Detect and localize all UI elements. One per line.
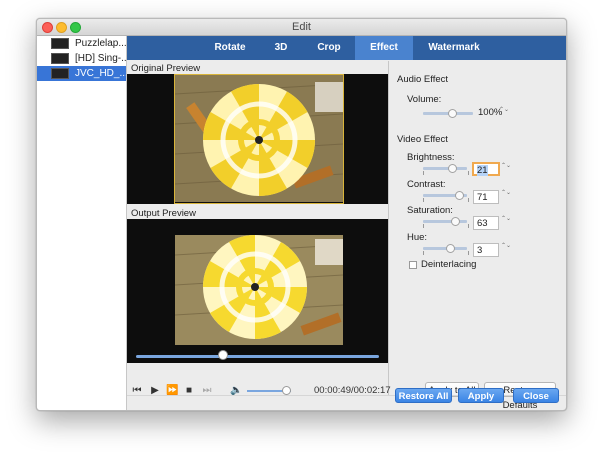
tab-rotate[interactable]: Rotate — [205, 36, 255, 60]
edit-tab-bar: Rotate 3D Crop Effect Watermark — [127, 36, 566, 60]
seek-bar[interactable] — [136, 355, 379, 358]
audio-volume-stepper-icon[interactable]: ⌃⌄ — [499, 107, 509, 120]
saturation-slider[interactable] — [423, 220, 467, 223]
contrast-knob[interactable] — [455, 191, 464, 200]
brightness-knob[interactable] — [448, 164, 457, 173]
contrast-stepper-icon[interactable]: ⌃⌄ — [501, 190, 511, 203]
tab-crop[interactable]: Crop — [307, 36, 351, 60]
file-item-jvc[interactable]: JVC_HD_... — [37, 66, 126, 81]
tab-effect[interactable]: Effect — [355, 36, 413, 60]
tab-watermark[interactable]: Watermark — [419, 36, 489, 60]
crop-frame[interactable] — [174, 74, 344, 204]
hue-label: Hue: — [407, 232, 428, 243]
brightness-slider[interactable] — [423, 167, 467, 170]
volume-label: Volume: — [407, 94, 442, 105]
deinterlacing-checkbox[interactable] — [409, 261, 417, 269]
contrast-value: 71 — [477, 192, 488, 203]
hue-value: 3 — [477, 245, 483, 256]
video-thumbnail-icon — [51, 53, 69, 64]
volume-slider-knob[interactable] — [281, 386, 291, 395]
file-item-sing[interactable]: [HD] Sing-... — [37, 51, 126, 66]
video-thumbnail-icon — [51, 68, 69, 79]
saturation-knob[interactable] — [451, 217, 460, 226]
saturation-field[interactable]: 63 — [473, 216, 499, 230]
original-preview-screen — [127, 74, 388, 204]
output-preview-image — [175, 235, 343, 345]
brightness-value: 21 — [477, 165, 488, 176]
video-thumbnail-icon — [51, 38, 69, 49]
saturation-label: Saturation: — [407, 205, 453, 216]
saturation-stepper-icon[interactable]: ⌃⌄ — [501, 216, 511, 229]
file-list: Puzzlelap... [HD] Sing-... JVC_HD_... — [37, 36, 127, 410]
file-item-puzzle[interactable]: Puzzlelap... — [37, 36, 126, 51]
output-preview-screen — [127, 219, 388, 363]
contrast-field[interactable]: 71 — [473, 190, 499, 204]
file-name: [HD] Sing-... — [75, 53, 126, 64]
restore-all-button[interactable]: Restore All — [395, 388, 452, 403]
brightness-ticks — [423, 171, 469, 175]
video-effect-heading: Video Effect — [397, 134, 448, 145]
brightness-field[interactable]: 21 — [472, 162, 500, 176]
preview-panel: Original Preview Output Preview ⏮ ▶ ⏩ ■ … — [127, 61, 391, 396]
brightness-stepper-icon[interactable]: ⌃⌄ — [501, 163, 511, 176]
file-name: JVC_HD_... — [75, 68, 126, 79]
saturation-ticks — [423, 224, 469, 228]
brightness-label: Brightness: — [407, 152, 455, 163]
title-bar: Edit — [37, 19, 566, 36]
effect-settings-panel: Audio Effect Volume: 100% ⌃⌄ Video Effec… — [389, 61, 566, 410]
hue-stepper-icon[interactable]: ⌃⌄ — [501, 243, 511, 256]
audio-volume-knob[interactable] — [448, 109, 457, 118]
deinterlacing-label: Deinterlacing — [421, 259, 477, 270]
hue-ticks — [423, 251, 469, 255]
window-title: Edit — [292, 21, 311, 33]
close-button[interactable]: Close — [513, 388, 559, 403]
hue-slider[interactable] — [423, 247, 467, 250]
original-preview-label: Original Preview — [131, 63, 201, 74]
saturation-value: 63 — [477, 218, 488, 229]
output-preview-label: Output Preview — [131, 208, 196, 219]
hue-knob[interactable] — [446, 244, 455, 253]
file-name: Puzzlelap... — [75, 38, 126, 49]
hue-field[interactable]: 3 — [473, 243, 499, 257]
edit-window: Edit Puzzlelap... [HD] Sing-... JVC_HD_.… — [36, 18, 567, 411]
apply-button[interactable]: Apply — [458, 388, 504, 403]
contrast-label: Contrast: — [407, 179, 446, 190]
tab-3d[interactable]: 3D — [261, 36, 301, 60]
audio-effect-heading: Audio Effect — [397, 74, 449, 85]
